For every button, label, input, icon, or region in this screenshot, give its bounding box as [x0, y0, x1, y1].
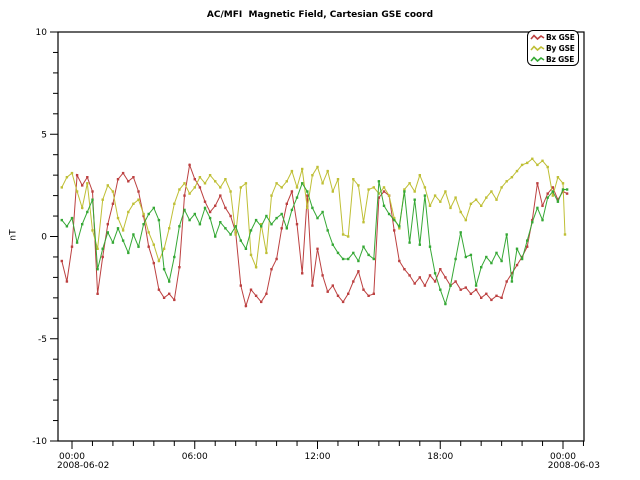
tick-label: 0	[41, 233, 47, 243]
series-bz-gse	[61, 180, 569, 305]
tick-label: -10	[32, 437, 47, 447]
legend-line-bz-icon	[530, 55, 545, 64]
tick-label: 10	[36, 28, 48, 38]
tick-label: 5	[41, 130, 47, 140]
tick-label: -5	[38, 335, 47, 345]
legend-item-by: By GSE	[530, 43, 578, 54]
legend-item-label: Bz GSE	[546, 55, 574, 64]
legend-item-label: By GSE	[546, 44, 575, 53]
legend-box: Bx GSE By GSE Bz GSE	[527, 30, 579, 66]
legend-line-bx-icon	[530, 33, 545, 42]
legend-item-bx: Bx GSE	[530, 32, 578, 43]
series-bx-gse	[61, 164, 569, 307]
magnetic-field-plot-screen: AC/MFI Magnetic Field, Cartesian GSE coo…	[0, 0, 640, 480]
series-by-gse	[61, 158, 567, 269]
x-axis-date-right: 2008-06-03	[0, 461, 600, 471]
legend-line-by-icon	[530, 44, 545, 53]
y-axis-label: nT	[9, 229, 19, 240]
plot-frame	[58, 32, 584, 441]
legend-item-label: Bx GSE	[546, 33, 575, 42]
plot-canvas: 1050-5-1000:0006:0012:0018:0000:00	[0, 0, 640, 480]
legend-item-bz: Bz GSE	[530, 54, 578, 65]
